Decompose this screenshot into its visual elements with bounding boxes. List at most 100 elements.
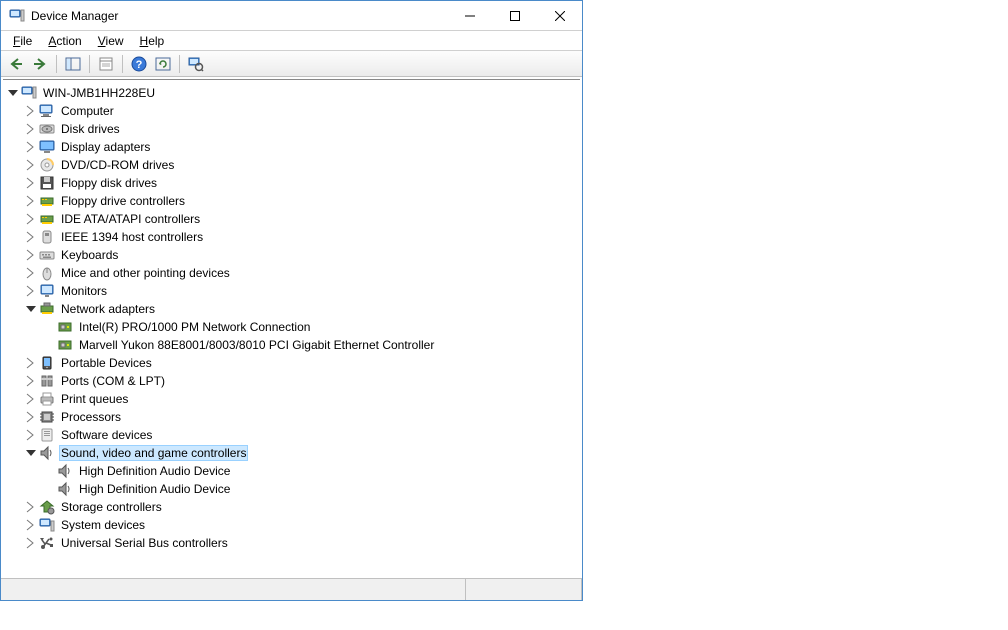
arrow-right-icon: [32, 56, 48, 72]
expander-icon[interactable]: [25, 375, 37, 387]
expander-icon[interactable]: [25, 141, 37, 153]
tree-label: IEEE 1394 host controllers: [59, 230, 205, 244]
expander-icon[interactable]: [25, 231, 37, 243]
tree-node-network-adapters[interactable]: Network adapters: [5, 300, 578, 318]
menu-view[interactable]: View: [90, 32, 132, 50]
expander-icon[interactable]: [25, 411, 37, 423]
expander-icon[interactable]: [25, 393, 37, 405]
controller-icon: [39, 193, 55, 209]
network-icon: [39, 301, 55, 317]
expander-icon[interactable]: [25, 537, 37, 549]
close-button[interactable]: [537, 1, 582, 30]
display-icon: [39, 139, 55, 155]
expander-icon[interactable]: [25, 177, 37, 189]
software-icon: [39, 427, 55, 443]
tree-label: Display adapters: [59, 140, 152, 154]
tree-label: Universal Serial Bus controllers: [59, 536, 230, 550]
tree-node-root[interactable]: WIN-JMB1HH228EU: [5, 84, 578, 102]
tree-label: Network adapters: [59, 302, 157, 316]
tree-label: Marvell Yukon 88E8001/8003/8010 PCI Giga…: [77, 338, 436, 352]
tree-node-monitors[interactable]: Monitors: [5, 282, 578, 300]
titlebar: Device Manager: [1, 1, 582, 31]
tree-node-system-devices[interactable]: System devices: [5, 516, 578, 534]
tree-label: Computer: [59, 104, 116, 118]
toolbar-separator: [122, 55, 123, 73]
port-icon: [39, 373, 55, 389]
expander-icon[interactable]: [25, 357, 37, 369]
device-tree[interactable]: WIN-JMB1HH228EU Computer Disk drives Dis…: [3, 79, 580, 576]
tree-node-display-adapters[interactable]: Display adapters: [5, 138, 578, 156]
expander-icon[interactable]: [25, 195, 37, 207]
tree-node-hda-device[interactable]: High Definition Audio Device: [5, 462, 578, 480]
expander-icon[interactable]: [25, 285, 37, 297]
tree-node-ide-atapi[interactable]: IDE ATA/ATAPI controllers: [5, 210, 578, 228]
tree-node-floppy-controllers[interactable]: Floppy drive controllers: [5, 192, 578, 210]
tree-node-mice[interactable]: Mice and other pointing devices: [5, 264, 578, 282]
tree-label: Ports (COM & LPT): [59, 374, 167, 388]
expander-icon[interactable]: [25, 249, 37, 261]
tree-node-hda-device[interactable]: High Definition Audio Device: [5, 480, 578, 498]
expander-icon[interactable]: [25, 267, 37, 279]
tree-node-storage-controllers[interactable]: Storage controllers: [5, 498, 578, 516]
window-title: Device Manager: [31, 9, 447, 23]
tree-node-nic-marvell[interactable]: Marvell Yukon 88E8001/8003/8010 PCI Giga…: [5, 336, 578, 354]
properties-icon: [98, 56, 114, 72]
menu-help[interactable]: Help: [132, 32, 173, 50]
toolbar-properties-button[interactable]: [95, 53, 117, 75]
tree-node-sound-video-game[interactable]: Sound, video and game controllers: [5, 444, 578, 462]
expander-icon[interactable]: [25, 213, 37, 225]
expander-icon[interactable]: [25, 519, 37, 531]
storage-icon: [39, 499, 55, 515]
toolbar-scan-button[interactable]: [185, 53, 207, 75]
tree-node-disk-drives[interactable]: Disk drives: [5, 120, 578, 138]
menu-action[interactable]: Action: [40, 32, 89, 50]
usb-icon: [39, 535, 55, 551]
tree-label: Disk drives: [59, 122, 122, 136]
expander-icon[interactable]: [25, 447, 37, 459]
expander-icon[interactable]: [25, 159, 37, 171]
menu-file[interactable]: File: [5, 32, 40, 50]
tree-node-portable-devices[interactable]: Portable Devices: [5, 354, 578, 372]
maximize-button[interactable]: [492, 1, 537, 30]
speaker-icon: [57, 463, 73, 479]
tree-label: Mice and other pointing devices: [59, 266, 232, 280]
toolbar-refresh-button[interactable]: [152, 53, 174, 75]
expander-icon[interactable]: [25, 105, 37, 117]
computer-category-icon: [39, 103, 55, 119]
toolbar-separator: [56, 55, 57, 73]
expander-icon[interactable]: [7, 87, 19, 99]
tree-node-ieee1394[interactable]: IEEE 1394 host controllers: [5, 228, 578, 246]
tree-label: Processors: [59, 410, 123, 424]
expander-icon[interactable]: [25, 501, 37, 513]
tree-node-print-queues[interactable]: Print queues: [5, 390, 578, 408]
tree-node-floppy-disk[interactable]: Floppy disk drives: [5, 174, 578, 192]
toolbar-help-button[interactable]: [128, 53, 150, 75]
tree-node-nic-intel[interactable]: Intel(R) PRO/1000 PM Network Connection: [5, 318, 578, 336]
tree-node-usb-controllers[interactable]: Universal Serial Bus controllers: [5, 534, 578, 552]
minimize-button[interactable]: [447, 1, 492, 30]
toolbar-panes-button[interactable]: [62, 53, 84, 75]
toolbar-forward-button[interactable]: [29, 53, 51, 75]
tree-label: Intel(R) PRO/1000 PM Network Connection: [77, 320, 312, 334]
tree-node-ports[interactable]: Ports (COM & LPT): [5, 372, 578, 390]
statusbar: [1, 578, 582, 600]
tree-node-keyboards[interactable]: Keyboards: [5, 246, 578, 264]
ieee1394-icon: [39, 229, 55, 245]
expander-icon[interactable]: [25, 123, 37, 135]
tree-node-software-devices[interactable]: Software devices: [5, 426, 578, 444]
keyboard-icon: [39, 247, 55, 263]
tree-node-processors[interactable]: Processors: [5, 408, 578, 426]
tree-node-computer[interactable]: Computer: [5, 102, 578, 120]
status-cell: [466, 579, 582, 600]
dvd-icon: [39, 157, 55, 173]
expander-icon[interactable]: [25, 303, 37, 315]
scan-hardware-icon: [188, 56, 204, 72]
tree-label: Portable Devices: [59, 356, 154, 370]
tree-label: WIN-JMB1HH228EU: [41, 86, 157, 100]
tree-node-dvd-cdrom[interactable]: DVD/CD-ROM drives: [5, 156, 578, 174]
toolbar-back-button[interactable]: [5, 53, 27, 75]
minimize-icon: [465, 11, 475, 21]
toolbar: [1, 51, 582, 77]
expander-icon[interactable]: [25, 429, 37, 441]
tree-label: Monitors: [59, 284, 109, 298]
